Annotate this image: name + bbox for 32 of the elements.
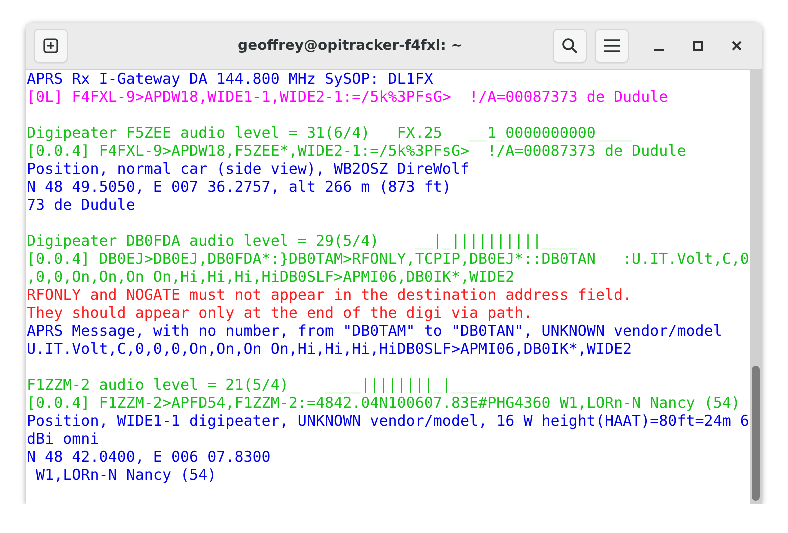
terminal-line: W1,LORn-N Nancy (54): [35, 466, 217, 484]
terminal-line: [0.0.4] DB0EJ>DB0EJ,DB0FDA*:}DB0TAM>RFONLY,TCPIP,DB0EJ*::DB0TAN :U.IT.Volt,C,0: [27, 250, 750, 268]
close-icon: [732, 41, 742, 51]
terminal-line: [0.0.4] F1ZZM-2>APFD54,F1ZZM-2:=4842.04N100607.83E#PHG4360 W1,LORn-N Nancy (54): [27, 394, 740, 412]
new-tab-icon: [43, 38, 59, 54]
terminal-line: 73 de Dudule: [27, 196, 136, 214]
terminal-line: Digipeater DB0FDA audio level = 29(5/4) __|_||||||||||____: [27, 232, 578, 250]
menu-button[interactable]: [595, 29, 629, 63]
terminal-line: N 48 42.0400, E 006 07.8300: [27, 448, 271, 466]
terminal-line: ,0,0,On,On,On On,Hi,Hi,Hi,HiDB0SLF>APMI06,DB0IK*,WIDE2: [27, 268, 515, 286]
terminal-line: APRS Message, with no number, from "DB0TAM" to "DB0TAN", UNKNOWN vendor/model: [27, 322, 722, 340]
new-tab-button[interactable]: [34, 29, 68, 63]
terminal-line: Digipeater F5ZEE audio level = 31(6/4) FX.25 __1_0000000000____: [27, 124, 632, 142]
terminal-line: F1ZZM-2 audio level = 21(5/4) ____||||||||_|____: [27, 376, 488, 394]
terminal-line: They should appear only at the end of the digi via path.: [27, 304, 533, 322]
terminal-line: N 48 49.5050, E 007 36.2757, alt 266 m (873 ft): [27, 178, 452, 196]
terminal-line: [0L] F4FXL-9>APDW18,WIDE1-1,WIDE2-1:=/5k%3PFsG> !/A=00087373 de Dudule: [27, 88, 668, 106]
terminal-line: dBi omni: [27, 430, 100, 448]
search-icon: [562, 38, 578, 54]
terminal-line: Position, normal car (side view), WB2OSZ DireWolf: [27, 160, 470, 178]
terminal-line: [0.0.4] F4FXL-9>APDW18,F5ZEE*,WIDE2-1:=/5k%3PFsG> !/A=00087373 de Dudule: [27, 142, 686, 160]
maximize-icon: [693, 41, 703, 51]
menu-icon: [604, 39, 620, 53]
search-button[interactable]: [553, 29, 587, 63]
minimize-icon: [654, 48, 664, 50]
terminal-line: RFONLY and NOGATE must not appear in the destination address field.: [27, 286, 632, 304]
window-title: geoffrey@opitracker-f4fxl: ~: [237, 38, 464, 54]
terminal-line: U.IT.Volt,C,0,0,0,On,On,On On,Hi,Hi,Hi,HiDB0SLF>APMI06,DB0IK*,WIDE2: [27, 340, 632, 358]
terminal-line: APRS Rx I-Gateway DA 144.800 MHz SySOP: DL1FX: [27, 70, 434, 88]
terminal-line: Position, WIDE1-1 digipeater, UNKNOWN vendor/model, 16 W height(HAAT)=80ft=24m 6: [27, 412, 750, 430]
scrollbar-thumb[interactable]: [752, 366, 760, 501]
scrollbar[interactable]: [750, 70, 762, 504]
